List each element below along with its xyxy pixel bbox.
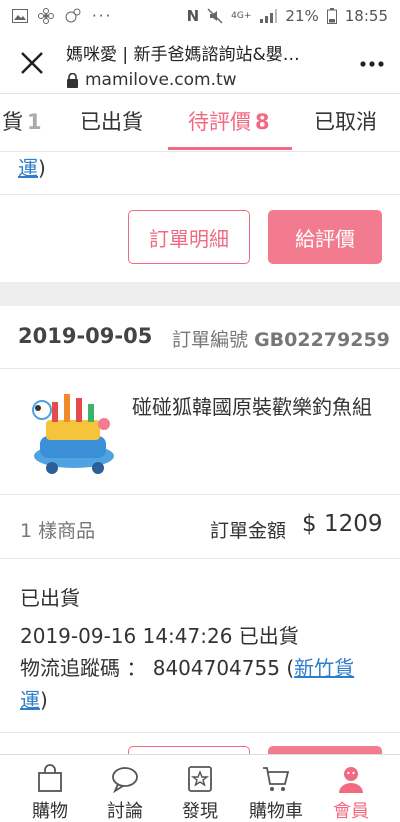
nav-cart[interactable]: 購物車 [236,763,316,822]
battery-icon [326,8,337,24]
more-dots-icon: ··· [92,7,113,25]
shipping-detail: 2019-09-16 14:47:26 已出貨 [20,624,299,648]
bottom-nav: 購物 討論 發現 購物車 會員 [0,754,400,822]
fishing-toy-image [32,394,114,474]
bubble-icon [65,8,81,23]
order-date: 2019-09-05 [18,324,153,348]
product-name[interactable]: 碰碰狐韓國原裝歡樂釣魚組 [132,390,372,424]
browser-bar: 媽咪愛 | 新手爸媽諮詢站&嬰… mamilove.com.tw [0,32,400,94]
divider [0,732,400,733]
order-total-value: $ 1209 [302,511,383,537]
order-detail-button[interactable]: 訂單明細 [128,210,250,264]
url-text[interactable]: mamilove.com.tw [85,70,237,90]
tab-cancelled[interactable]: 已取消 [314,106,377,136]
more-options-icon[interactable] [358,52,386,76]
status-bar: ··· N 4G+ 21% 18:55 [0,0,400,32]
cart-icon [263,767,290,791]
discover-star-icon [188,766,212,792]
nfc-icon: N [186,7,200,25]
tab-to-review[interactable]: 待評價 8 [188,106,270,136]
shipping-status: 已出貨 [20,586,80,610]
nav-discover[interactable]: 發現 [160,763,240,822]
divider [0,194,400,195]
page: ··· N 4G+ 21% 18:55 媽咪愛 | 新手爸媽諮詢站&嬰… mam… [0,0,400,822]
order-status-tabs: 貨1 已出貨 待評價 8 已取消 [0,94,400,152]
battery-level: 21% [285,7,319,25]
previous-tracking-line: 運) [18,156,46,180]
clock-time: 18:55 [344,7,388,25]
mute-icon [207,8,223,24]
product-image[interactable] [22,384,122,474]
divider [0,558,400,559]
active-tab-indicator [168,147,292,150]
signal-icon [260,9,278,23]
nav-shopping[interactable]: 購物 [10,763,90,822]
give-review-button[interactable]: 給評價 [268,210,382,264]
page-title: 媽咪愛 | 新手爸媽諮詢站&嬰… [66,45,300,65]
tab-shipped[interactable]: 已出貨 [80,106,143,136]
order-number: 訂單編號 GB02279259 [172,329,390,351]
item-count: 1 樣商品 [20,520,96,542]
image-icon [12,9,28,23]
chat-bubble-icon [112,767,138,794]
previous-order-card: 運) 訂單明細 給評價 [0,152,400,282]
pinwheel-icon [38,8,54,24]
tab-to-ship[interactable]: 貨1 [2,106,42,136]
order-card: 2019-09-05 訂單編號 GB02279259 碰碰狐韓國原裝歡樂釣魚組 [0,306,400,766]
tracking-line: 物流追蹤碼 ： 8404704755 (新竹貨運) [20,656,355,712]
close-icon[interactable] [18,49,46,77]
divider [0,494,400,495]
nav-discuss[interactable]: 討論 [85,763,165,822]
order-total-label: 訂單金額 [210,520,287,542]
lock-icon [67,72,78,88]
nav-member[interactable]: 會員 [311,763,391,822]
divider [0,368,400,369]
network-type: 4G+ [231,11,252,21]
shopping-bag-icon [38,764,62,792]
member-icon [339,767,363,793]
carrier-link[interactable]: 運 [18,156,38,180]
